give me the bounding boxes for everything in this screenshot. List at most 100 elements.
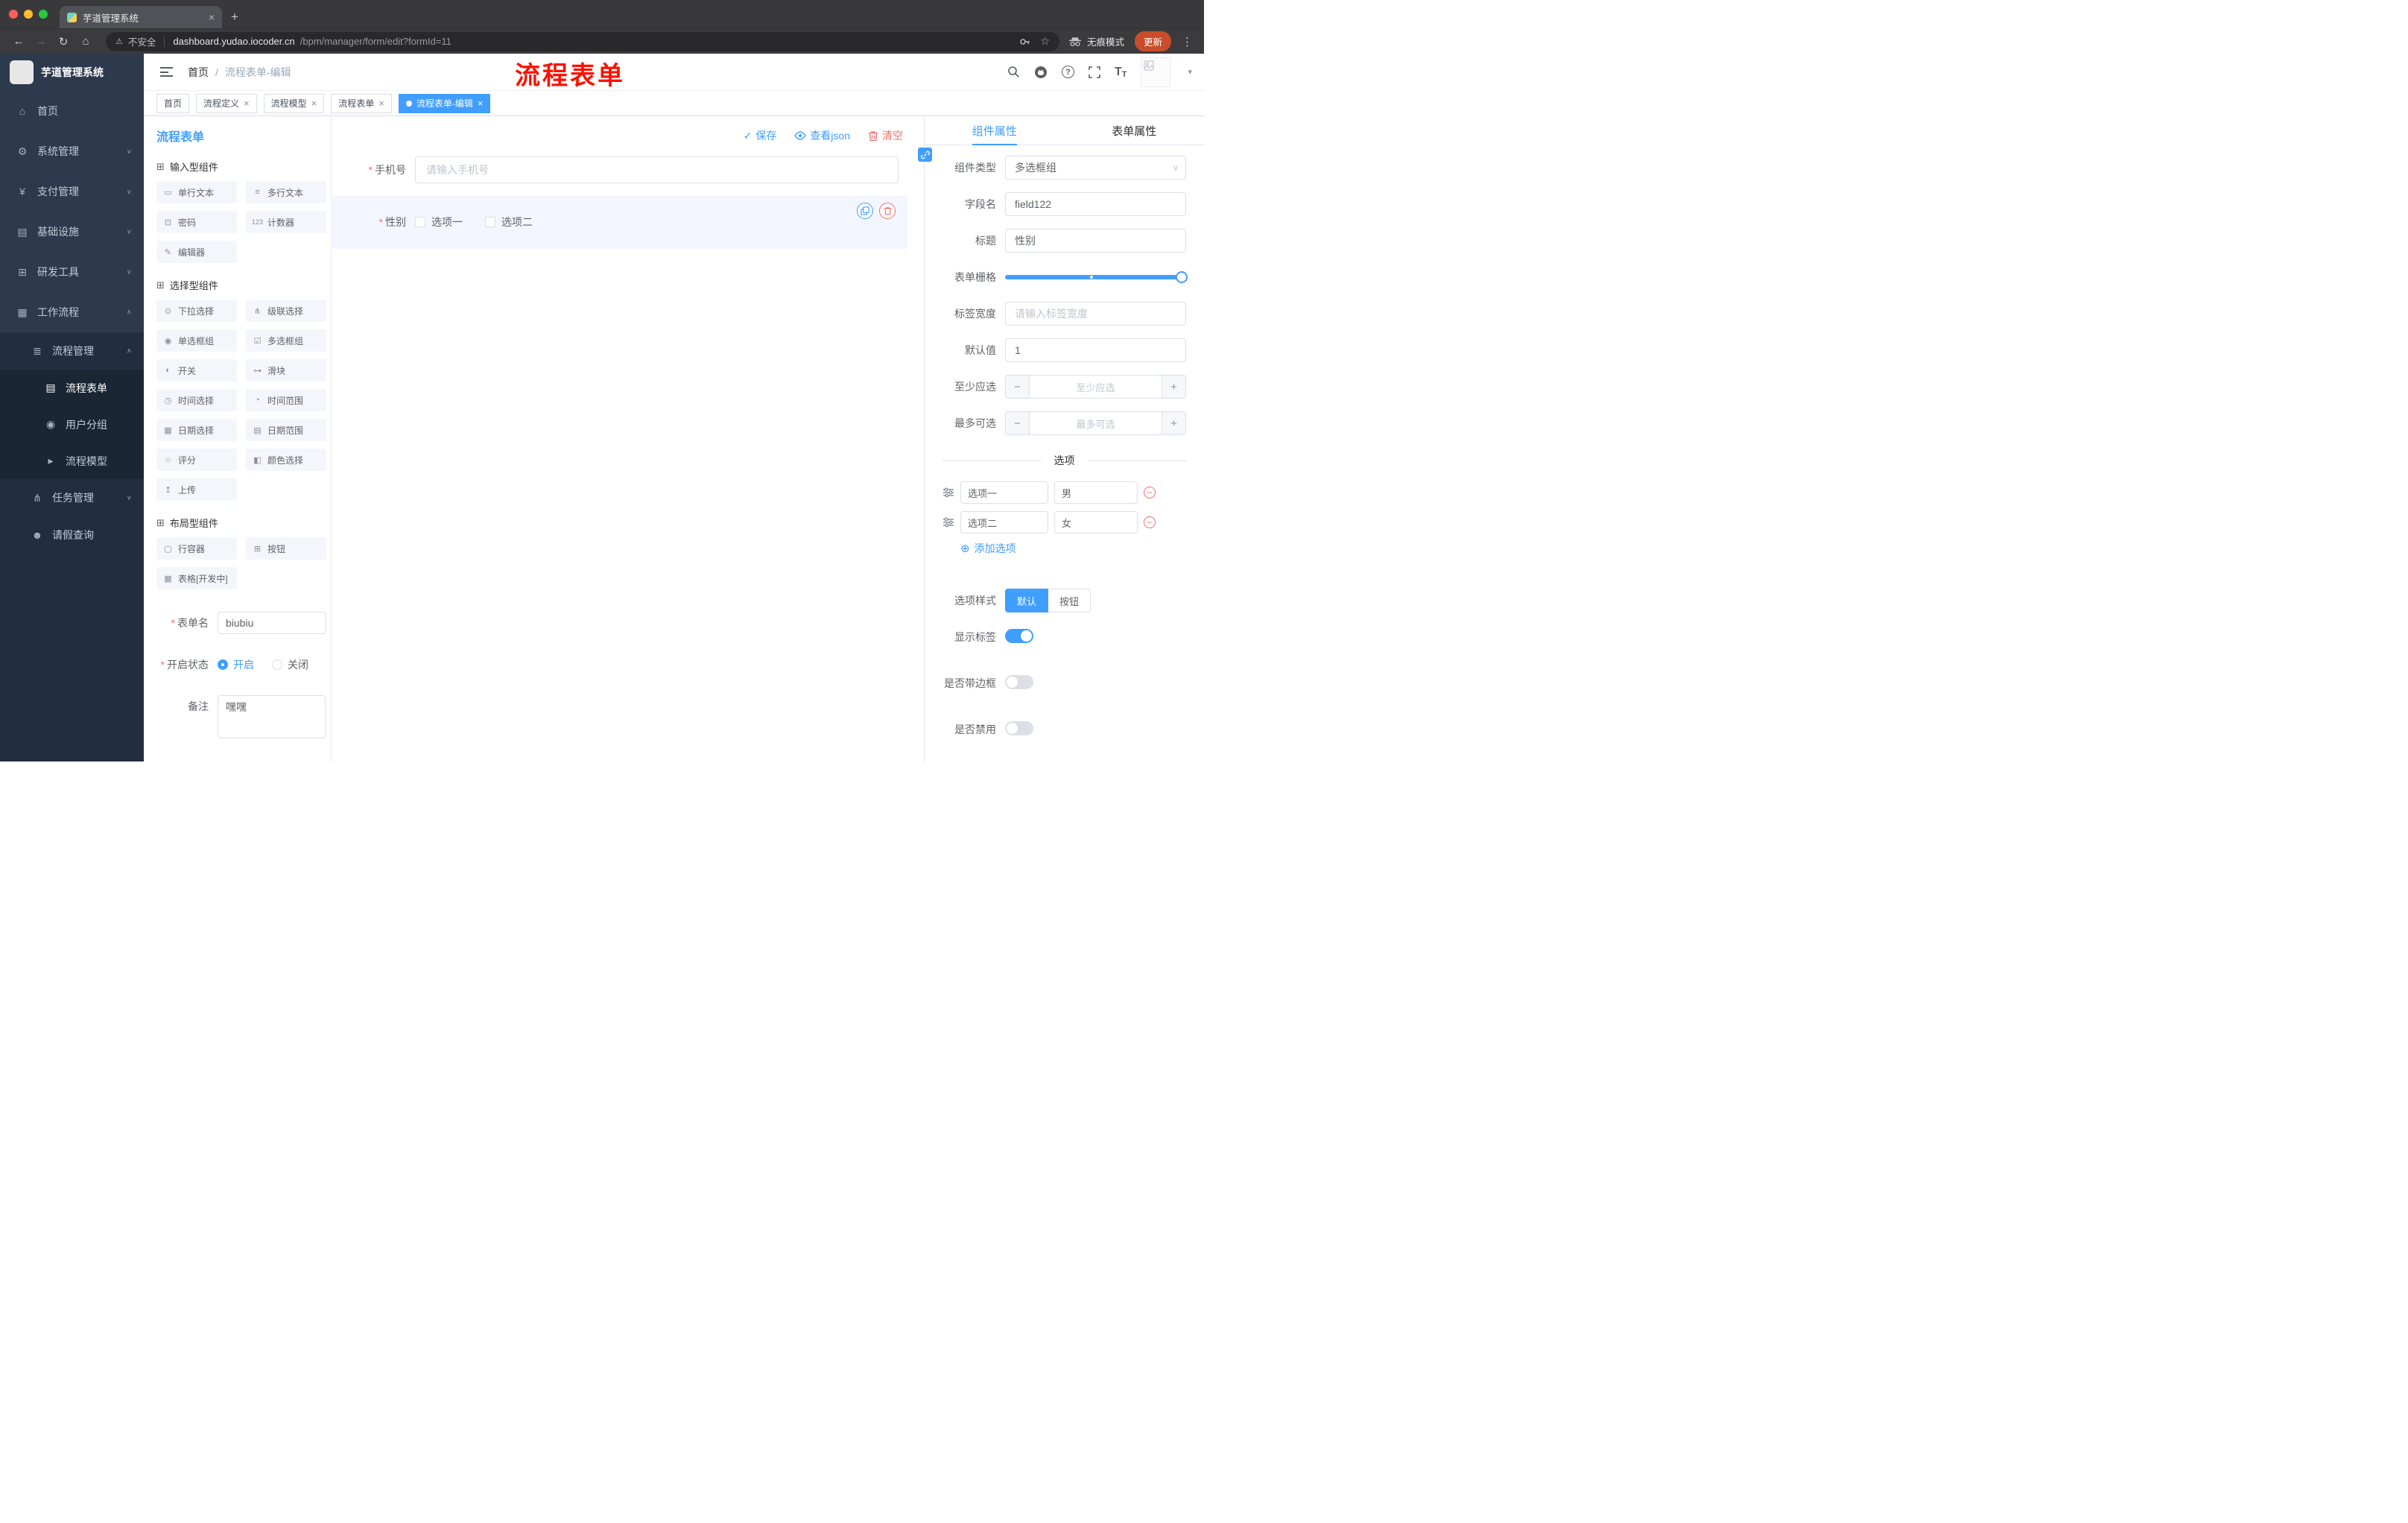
option-label-input[interactable] [960,481,1048,504]
field-name-input[interactable] [1005,192,1186,216]
new-tab-button[interactable]: + [222,6,247,28]
github-icon[interactable] [1034,66,1048,79]
password-key-icon[interactable] [1019,36,1031,48]
min-select-input[interactable]: 至少应选 [1030,376,1162,398]
gender-option-2-checkbox[interactable]: 选项二 [485,215,533,229]
delete-component-button[interactable] [879,203,896,219]
status-off-radio[interactable]: 关闭 [272,657,308,672]
phone-input[interactable] [415,156,899,183]
tag-close-icon[interactable]: × [478,98,484,109]
palette-item-password[interactable]: ⊡ 密码 [156,211,237,233]
browser-tab[interactable]: 芋道管理系统 × [60,6,222,28]
palette-item-button[interactable]: ⊞ 按钮 [246,537,326,560]
palette-item-slider[interactable]: ⊶ 滑块 [246,359,326,381]
sidebar-item-process-model[interactable]: ▸ 流程模型 [0,443,144,479]
disabled-switch[interactable] [1005,721,1033,735]
window-minimize-button[interactable] [24,10,33,19]
border-switch[interactable] [1005,675,1033,689]
sidebar-item-infrastructure[interactable]: ▤ 基础设施 ∨ [0,212,144,252]
window-close-button[interactable] [9,10,18,19]
duplicate-component-button[interactable] [857,203,873,219]
option-style-default-button[interactable]: 默认 [1005,589,1049,612]
palette-item-radio-group[interactable]: ◉ 单选框组 [156,329,237,352]
clear-button[interactable]: 清空 [868,128,903,143]
remove-option-button[interactable]: − [1144,516,1156,528]
search-icon[interactable] [1007,66,1020,78]
palette-item-time-picker[interactable]: ◷ 时间选择 [156,389,237,411]
phone-field-row[interactable]: * 手机号 [332,156,907,183]
palette-item-upload[interactable]: ↥ 上传 [156,478,237,501]
sidebar-item-home[interactable]: ⌂ 首页 [0,91,144,131]
font-size-icon[interactable]: TT [1115,66,1127,79]
default-value-input[interactable] [1005,338,1186,362]
slider-handle[interactable] [1176,271,1188,283]
tag-close-icon[interactable]: × [378,98,384,109]
form-name-input[interactable] [218,612,326,634]
drag-option-icon[interactable] [942,517,954,528]
palette-item-rate[interactable]: ☆ 评分 [156,449,237,471]
hamburger-icon[interactable] [159,63,174,81]
sidebar-item-workflow[interactable]: ▦ 工作流程 ∧ [0,292,144,332]
form-grid-slider[interactable] [1005,271,1188,283]
tag-process-model[interactable]: 流程模型 × [263,93,325,113]
sidebar-item-leave-query[interactable]: ☻ 请假查询 [0,516,144,554]
tab-close-icon[interactable]: × [209,11,215,23]
title-input[interactable] [1005,229,1186,253]
remove-option-button[interactable]: − [1144,487,1156,498]
palette-item-single-text[interactable]: ▭ 单行文本 [156,181,237,203]
tag-close-icon[interactable]: × [311,98,317,109]
help-icon[interactable]: ? [1061,66,1074,78]
sidebar-item-process-form[interactable]: ▤ 流程表单 [0,370,144,406]
palette-item-cascader[interactable]: ⋔ 级联选择 [246,300,326,322]
palette-item-date-picker[interactable]: ▦ 日期选择 [156,419,237,441]
sidebar-item-task-management[interactable]: ⋔ 任务管理 ∨ [0,479,144,516]
palette-item-time-range[interactable]: ◔ 时间范围 [246,389,326,411]
tag-close-icon[interactable]: × [244,98,250,109]
palette-item-row-container[interactable]: ▢ 行容器 [156,537,237,560]
label-width-input[interactable] [1005,302,1186,326]
browser-update-button[interactable]: 更新 [1134,31,1171,51]
option-value-input[interactable] [1054,511,1138,533]
security-label[interactable]: 不安全 [128,34,156,48]
tag-process-definition[interactable]: 流程定义 × [196,93,257,113]
gender-option-1-checkbox[interactable]: 选项一 [415,215,463,229]
palette-item-counter[interactable]: 123 计数器 [246,211,326,233]
fullscreen-icon[interactable] [1089,66,1100,78]
tag-home[interactable]: 首页 [156,93,190,113]
sidebar-item-process-management[interactable]: ≣ 流程管理 ∧ [0,332,144,370]
back-button[interactable]: ← [7,35,30,48]
stepper-decrease-button[interactable]: − [1006,412,1030,434]
tag-process-form-edit[interactable]: 流程表单-编辑 × [398,93,491,113]
palette-item-textarea[interactable]: ≡ 多行文本 [246,181,326,203]
component-type-select[interactable]: 多选框组 ∨ [1005,156,1186,180]
max-select-input[interactable]: 最多可选 [1030,412,1162,434]
palette-item-checkbox-group[interactable]: ☑ 多选框组 [246,329,326,352]
save-button[interactable]: ✓ 保存 [744,128,777,143]
stepper-increase-button[interactable]: + [1162,412,1185,434]
tab-component-props[interactable]: 组件属性 [925,116,1065,145]
reload-button[interactable]: ↻ [52,35,75,48]
palette-item-table[interactable]: ▦ 表格[开发中] [156,567,237,589]
stepper-increase-button[interactable]: + [1162,376,1185,398]
avatar-caret-icon[interactable]: ▾ [1188,67,1192,77]
bookmark-star-icon[interactable]: ☆ [1040,35,1050,48]
show-label-switch[interactable] [1005,629,1033,643]
home-button[interactable]: ⌂ [75,35,97,48]
option-style-button-button[interactable]: 按钮 [1048,589,1091,612]
add-option-button[interactable]: ⊕ 添加选项 [960,541,1186,556]
palette-item-editor[interactable]: ✎ 编辑器 [156,241,237,263]
option-label-input[interactable] [960,511,1048,533]
window-maximize-button[interactable] [39,10,48,19]
sidebar-item-devtools[interactable]: ⊞ 研发工具 ∨ [0,252,144,292]
browser-menu-icon[interactable]: ⋮ [1179,35,1197,48]
breadcrumb-home[interactable]: 首页 [188,65,209,80]
palette-item-select[interactable]: ⊙ 下拉选择 [156,300,237,322]
gender-field-row-selected[interactable]: * 性别 选项一 选项二 [332,195,907,249]
url-bar[interactable]: ⚠ 不安全 dashboard.yudao.iocoder.cn/bpm/man… [106,31,1059,51]
avatar[interactable] [1141,57,1171,87]
drag-option-icon[interactable] [942,487,954,498]
sidebar-item-user-group[interactable]: ◉ 用户分组 [0,406,144,443]
sidebar-item-payment[interactable]: ¥ 支付管理 ∨ [0,171,144,212]
form-remark-textarea[interactable]: 嘿嘿 [218,695,326,738]
palette-item-color-picker[interactable]: ◧ 颜色选择 [246,449,326,471]
